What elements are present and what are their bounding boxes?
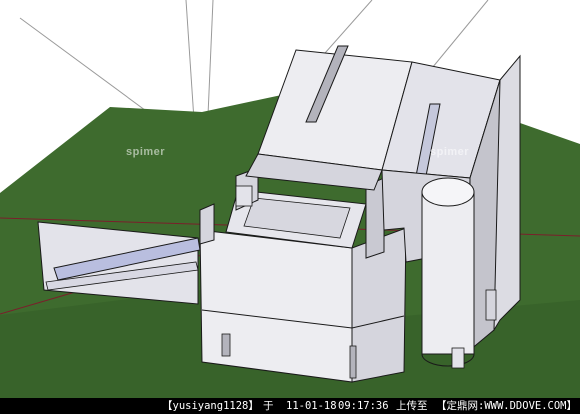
- upload-date: 11-01-18: [286, 400, 337, 412]
- upload-at-label: 于: [263, 400, 274, 412]
- front-wall[interactable]: [199, 229, 353, 383]
- front-pilotis-2: [349, 345, 357, 379]
- upload-action-label: 上传至: [396, 400, 428, 412]
- sketchup-viewport[interactable]: spimer spimer 【yusiyang1128】 于 11-01-18 …: [0, 0, 580, 414]
- front-wall-side: [199, 203, 215, 245]
- upload-time: 09:17:36: [338, 400, 389, 412]
- front-pilotis: [221, 333, 231, 357]
- faint-watermark-1: spimer: [126, 146, 166, 158]
- uploader-name: 【yusiyang1128】: [162, 400, 259, 412]
- terrace-right-wall: [365, 177, 385, 259]
- service-box-2: [485, 289, 497, 321]
- service-box-3: [235, 185, 253, 207]
- model-scene[interactable]: [0, 0, 580, 398]
- service-box-1: [451, 347, 465, 369]
- upload-watermark-bar: 【yusiyang1128】 于 11-01-18 09:17:36 上传至 【…: [0, 398, 580, 414]
- faint-watermark-2: spimer: [430, 146, 470, 158]
- cylinder-tower-top[interactable]: [421, 177, 475, 207]
- upload-site: 【定鼎网:WWW.DDOVE.COM】: [436, 400, 578, 412]
- cylinder-tower-body[interactable]: [421, 191, 475, 355]
